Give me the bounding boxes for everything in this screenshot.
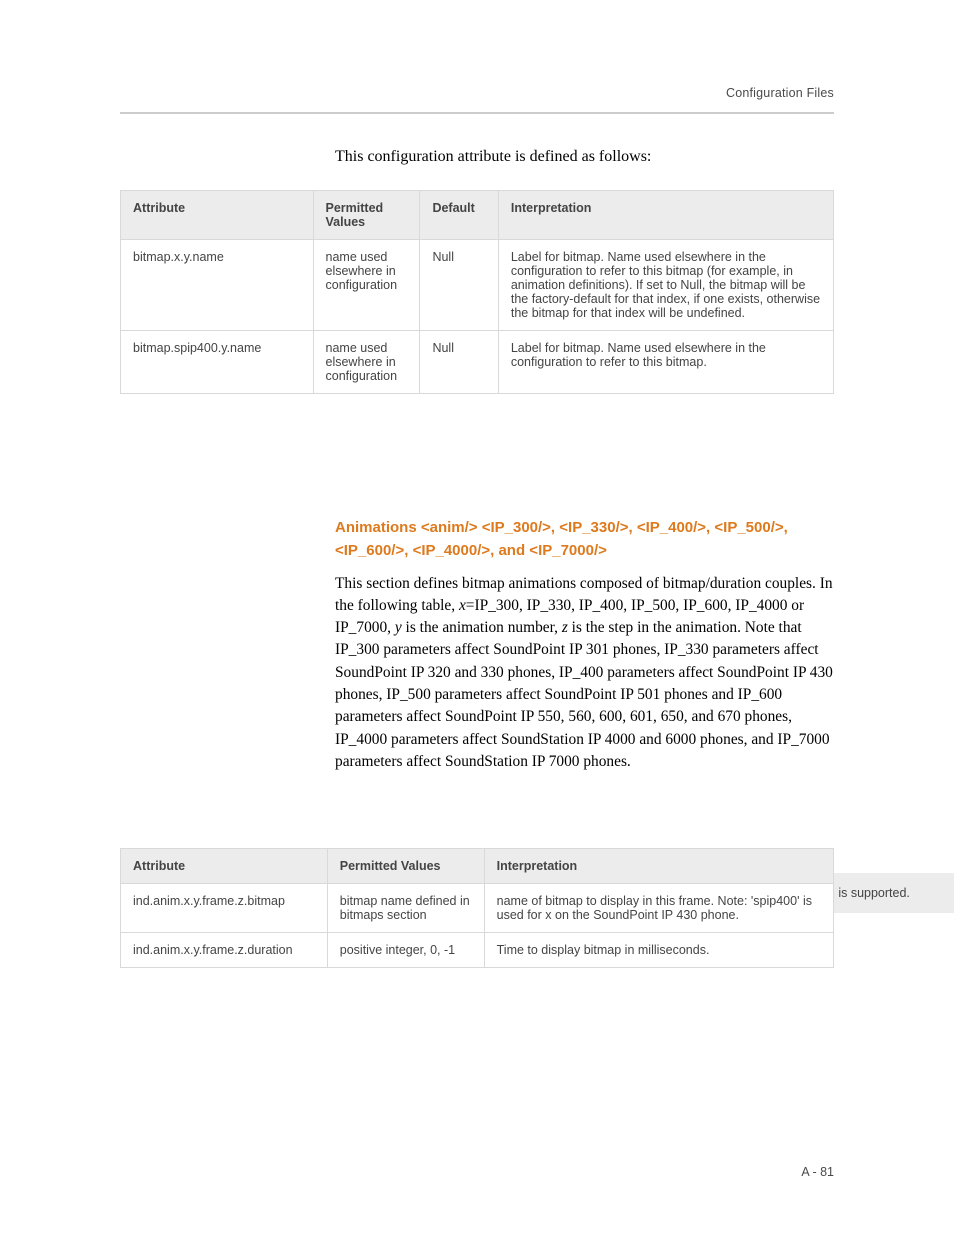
- table1-r1c2: name used elsewhere in configuration: [313, 240, 420, 331]
- table1-r2c3: Null: [420, 331, 498, 394]
- body-var-y: y: [395, 619, 402, 636]
- table1-head-attribute: Attribute: [121, 191, 314, 240]
- table1-r2c1: bitmap.spip400.y.name: [121, 331, 314, 394]
- table1-r1c3: Null: [420, 240, 498, 331]
- table1-r2c4: Label for bitmap. Name used elsewhere in…: [498, 331, 833, 394]
- table2-r2c2: positive integer, 0, -1: [327, 933, 484, 968]
- table1-r1c1: bitmap.x.y.name: [121, 240, 314, 331]
- table2-r2c3: Time to display bitmap in milliseconds.: [484, 933, 833, 968]
- table-row: bitmap.spip400.y.name name used elsewher…: [121, 331, 834, 394]
- body-var-x: x: [459, 597, 466, 614]
- page-number: A - 81: [801, 1165, 834, 1179]
- intro-text: This configuration attribute is defined …: [335, 145, 834, 168]
- table2-r1c3: name of bitmap to display in this frame.…: [484, 884, 833, 933]
- body-part-4: is the animation number,: [402, 619, 562, 636]
- table1-r2c2: name used elsewhere in configuration: [313, 331, 420, 394]
- table-row: ind.anim.x.y.frame.z.bitmap bitmap name …: [121, 884, 834, 933]
- table2-r1c2: bitmap name defined in bitmaps section: [327, 884, 484, 933]
- config-attribute-table: Attribute Permitted Values Default Inter…: [120, 190, 834, 394]
- animation-attribute-table: Attribute Permitted Values Interpretatio…: [120, 848, 834, 968]
- header-rule: [120, 112, 834, 114]
- table2-r1c1: ind.anim.x.y.frame.z.bitmap: [121, 884, 328, 933]
- running-header: Configuration Files: [726, 86, 834, 100]
- section-body: This section defines bitmap animations c…: [335, 573, 834, 774]
- table1-head-default: Default: [420, 191, 498, 240]
- table2-head-permitted: Permitted Values: [327, 849, 484, 884]
- table2-r2c1: ind.anim.x.y.frame.z.duration: [121, 933, 328, 968]
- table-row: ind.anim.x.y.frame.z.duration positive i…: [121, 933, 834, 968]
- body-part-6: is the step in the animation. Note that …: [335, 619, 833, 770]
- table2-head-interpretation: Interpretation: [484, 849, 833, 884]
- table2-head-attribute: Attribute: [121, 849, 328, 884]
- table-row: bitmap.x.y.name name used elsewhere in c…: [121, 240, 834, 331]
- table1-head-interpretation: Interpretation: [498, 191, 833, 240]
- section-heading-animations: Animations <anim/> <IP_300/>, <IP_330/>,…: [335, 516, 834, 563]
- table1-head-permitted: Permitted Values: [313, 191, 420, 240]
- table1-r1c4: Label for bitmap. Name used elsewhere in…: [498, 240, 833, 331]
